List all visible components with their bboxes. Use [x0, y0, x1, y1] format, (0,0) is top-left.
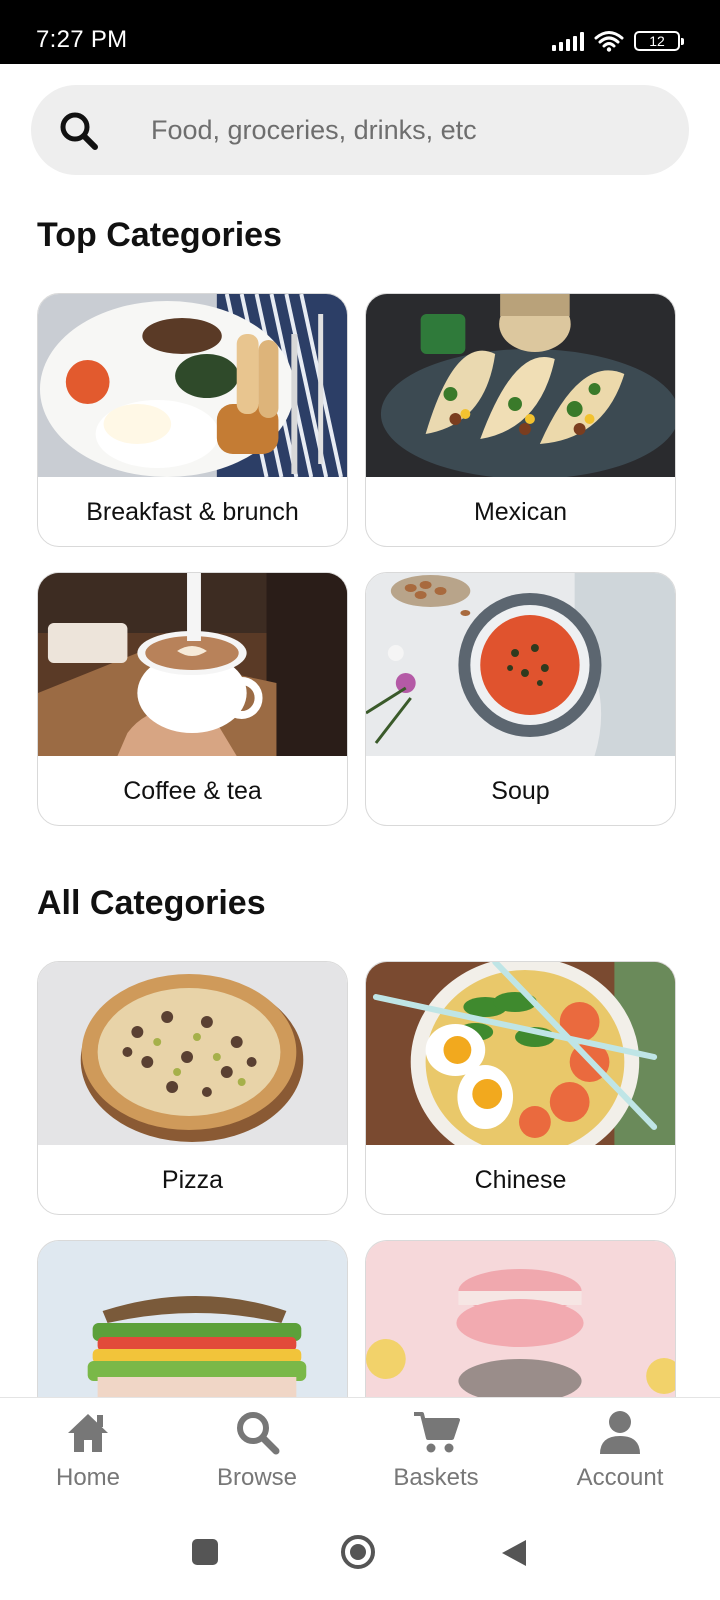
home-icon: [68, 1414, 108, 1452]
status-bar: 7:27 PM 12: [0, 0, 720, 64]
all-categories-title: All Categories: [37, 884, 266, 922]
back-icon[interactable]: [500, 1538, 528, 1568]
category-card-breakfast[interactable]: Breakfast & brunch: [37, 293, 348, 547]
category-label: Mexican: [473, 498, 568, 526]
battery-level: 12: [649, 33, 665, 49]
category-card-pizza[interactable]: Pizza: [37, 961, 348, 1215]
pizza-image: [38, 962, 347, 1145]
category-card-chinese[interactable]: Chinese: [365, 961, 676, 1215]
nav-home[interactable]: Home: [18, 1408, 158, 1492]
nav-browse[interactable]: Browse: [187, 1408, 327, 1492]
breakfast-plate-image: [38, 294, 347, 477]
search-bar[interactable]: [31, 85, 689, 175]
nav-label: Browse: [216, 1464, 298, 1491]
system-nav: [0, 1510, 720, 1600]
tomato-soup-image: [366, 573, 675, 756]
ramen-bowl-image: [366, 962, 675, 1145]
category-card-macarons[interactable]: [365, 1240, 676, 1400]
cart-icon: [414, 1412, 460, 1453]
nav-baskets[interactable]: Baskets: [366, 1408, 506, 1492]
search-input[interactable]: [151, 105, 671, 155]
status-time: 7:27 PM: [36, 26, 128, 53]
category-label: Coffee & tea: [123, 777, 262, 805]
recents-icon[interactable]: [191, 1538, 219, 1566]
home-circle-icon[interactable]: [340, 1534, 376, 1570]
user-icon: [600, 1411, 640, 1454]
category-card-mexican[interactable]: Mexican: [365, 293, 676, 547]
category-label: Pizza: [161, 1166, 224, 1194]
category-label: Chinese: [474, 1166, 567, 1194]
nav-label: Baskets: [393, 1464, 479, 1491]
category-label: Breakfast & brunch: [86, 498, 299, 526]
battery-icon: 12: [634, 31, 684, 51]
search-icon: [237, 1412, 280, 1455]
signal-icon: [552, 31, 584, 51]
category-card-soup[interactable]: Soup: [365, 572, 676, 826]
category-label: Soup: [491, 777, 550, 805]
top-categories-title: Top Categories: [37, 216, 282, 254]
nav-account[interactable]: Account: [550, 1408, 690, 1492]
search-icon: [60, 112, 98, 150]
status-icons: 12: [552, 30, 684, 52]
macarons-image: [366, 1241, 675, 1400]
category-card-coffee[interactable]: Coffee & tea: [37, 572, 348, 826]
nav-label: Home: [55, 1464, 121, 1491]
nav-label: Account: [576, 1464, 664, 1491]
latte-cup-image: [38, 573, 347, 756]
sandwich-image: [38, 1241, 347, 1400]
bottom-nav: Home Browse Baskets Account: [0, 1397, 720, 1510]
wifi-icon: [594, 31, 624, 52]
category-card-sandwich[interactable]: [37, 1240, 348, 1400]
tacos-image: [366, 294, 675, 477]
